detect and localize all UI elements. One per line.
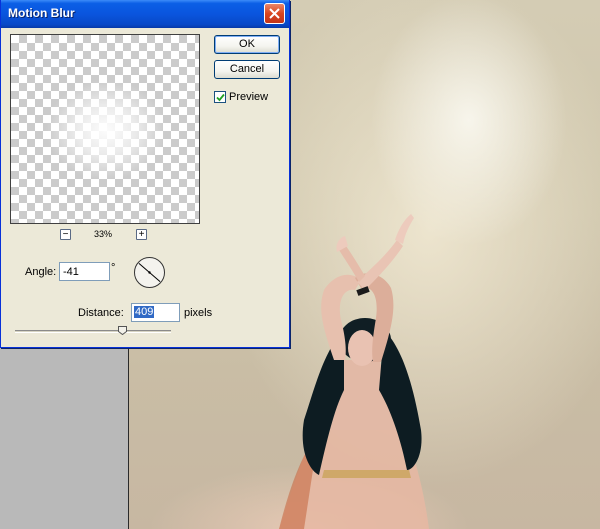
distance-unit: pixels	[184, 307, 213, 319]
slider-thumb-icon[interactable]	[118, 326, 128, 335]
zoom-out-button[interactable]: −	[60, 229, 71, 240]
zoom-in-button[interactable]: +	[136, 229, 147, 240]
angle-dial-icon[interactable]	[133, 256, 166, 289]
angle-input[interactable]	[59, 262, 110, 281]
cancel-button[interactable]: Cancel	[214, 60, 280, 79]
preview-label: Preview	[229, 91, 269, 103]
dialog-titlebar[interactable]: Motion Blur	[1, 0, 289, 28]
preview-pane[interactable]	[10, 34, 200, 224]
ok-button[interactable]: OK	[214, 35, 280, 54]
zoom-controls: − 33% +	[60, 229, 150, 241]
dialog-title: Motion Blur	[8, 6, 75, 20]
checkmark-icon	[216, 93, 225, 102]
close-button[interactable]	[264, 3, 285, 24]
close-icon	[269, 8, 280, 19]
distance-value-selected: 409	[134, 306, 155, 318]
distance-slider-track[interactable]	[15, 330, 171, 333]
distance-label: Distance:	[78, 307, 124, 319]
motion-blur-dialog: Motion Blur − 33% + OK Cancel Preview An…	[0, 0, 290, 348]
blur-preview-image	[41, 75, 171, 185]
preview-checkbox[interactable]	[214, 91, 226, 103]
zoom-level: 33%	[94, 229, 113, 239]
angle-label: Angle:	[25, 266, 57, 278]
distance-input[interactable]: 409	[131, 303, 180, 322]
degree-symbol: °	[111, 262, 116, 274]
